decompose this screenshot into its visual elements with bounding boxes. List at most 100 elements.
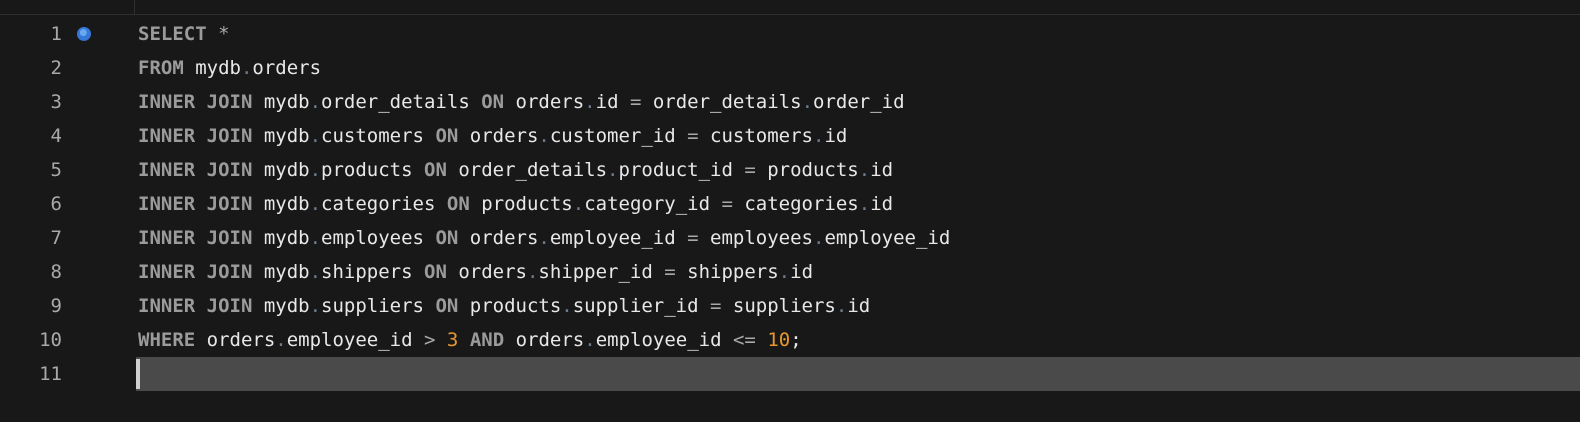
- identifier-token: mydb: [252, 159, 310, 181]
- identifier-token: employee_id: [595, 329, 733, 351]
- punctuation-token: .: [561, 295, 573, 317]
- operator-token: <=: [732, 329, 756, 351]
- line-number: 2: [50, 57, 62, 79]
- identifier-token: category_id: [584, 193, 722, 215]
- identifier-token: employees: [321, 227, 436, 249]
- punctuation-token: .: [309, 159, 322, 181]
- code-text[interactable]: INNER JOIN mydb.products ON order_detail…: [138, 153, 893, 187]
- operator-token: =: [629, 91, 642, 113]
- line-number: 11: [39, 363, 62, 385]
- punctuation-token: .: [309, 91, 322, 113]
- identifier-token: orders: [252, 57, 322, 79]
- operator-token: *: [218, 23, 230, 45]
- punctuation-token: .: [538, 227, 550, 249]
- identifier-token: employee_id: [824, 227, 951, 249]
- code-text[interactable]: INNER JOIN mydb.employees ON orders.empl…: [138, 221, 950, 255]
- identifier-token: order_id: [813, 91, 905, 113]
- code-line[interactable]: 10 WHERE orders.employee_id > 3 AND order…: [0, 323, 1580, 357]
- keyword-token: ON: [435, 227, 459, 249]
- editor-top-border: [0, 14, 1580, 15]
- line-number: 5: [50, 159, 62, 181]
- identifier-token: mydb: [252, 193, 310, 215]
- operator-token: =: [687, 227, 699, 249]
- code-line[interactable]: 8 INNER JOIN mydb.shippers ON orders.ship…: [0, 255, 1580, 289]
- identifier-token: categories: [732, 193, 859, 215]
- code-line[interactable]: 5 INNER JOIN mydb.products ON order_detai…: [0, 153, 1580, 187]
- keyword-token: INNER JOIN: [138, 193, 253, 215]
- code-line[interactable]: 1 SELECT *: [0, 17, 1580, 51]
- identifier-token: order_details: [321, 91, 482, 113]
- code-text[interactable]: SELECT *: [138, 17, 230, 51]
- keyword-token: FROM: [138, 57, 184, 79]
- identifier-token: order_details: [641, 91, 802, 113]
- identifier-token: mydb: [252, 261, 310, 283]
- keyword-token: ON: [481, 91, 505, 113]
- punctuation-token: .: [275, 329, 287, 351]
- line-number: 3: [50, 91, 62, 113]
- identifier-token: products: [469, 193, 573, 215]
- punctuation-token: .: [858, 193, 871, 215]
- identifier-token: id: [790, 261, 814, 283]
- identifier-token: mydb: [252, 227, 310, 249]
- code-lines[interactable]: 1 SELECT * 2 FROM mydb.orders 3 INNER JOIN my…: [0, 17, 1580, 391]
- punctuation-token: .: [240, 57, 253, 79]
- punctuation-token: .: [538, 125, 550, 147]
- line-number: 9: [50, 295, 62, 317]
- identifier-token: employee_id: [286, 329, 425, 351]
- identifier-token: mydb: [252, 295, 310, 317]
- identifier-token: employees: [698, 227, 813, 249]
- line-number: 6: [50, 193, 62, 215]
- breakpoint-icon[interactable]: [77, 27, 91, 41]
- identifier-token: [756, 329, 767, 351]
- identifier-token: supplier_id: [572, 295, 711, 317]
- identifier-token: orders: [504, 329, 585, 351]
- punctuation-token: .: [309, 295, 322, 317]
- punctuation-token: .: [309, 125, 322, 147]
- code-text[interactable]: FROM mydb.orders: [138, 51, 321, 85]
- code-line[interactable]: 7 INNER JOIN mydb.employees ON orders.emp…: [0, 221, 1580, 255]
- code-line[interactable]: 3 INNER JOIN mydb.order_details ON orders…: [0, 85, 1580, 119]
- keyword-token: INNER JOIN: [138, 91, 253, 113]
- identifier-token: employee_id: [549, 227, 688, 249]
- keyword-token: ON: [435, 295, 459, 317]
- line-number: 1: [50, 23, 62, 45]
- code-text[interactable]: INNER JOIN mydb.categories ON products.c…: [138, 187, 893, 221]
- code-line[interactable]: 6 INNER JOIN mydb.categories ON products.…: [0, 187, 1580, 221]
- number-token: 3: [446, 329, 459, 351]
- punctuation-token: .: [812, 227, 825, 249]
- code-line[interactable]: 2 FROM mydb.orders: [0, 51, 1580, 85]
- code-text[interactable]: INNER JOIN mydb.order_details ON orders.…: [138, 85, 905, 119]
- current-line-highlight: [136, 357, 1580, 391]
- keyword-token: ON: [435, 125, 459, 147]
- operator-token: =: [744, 159, 756, 181]
- identifier-token: id: [824, 125, 848, 147]
- code-line[interactable]: 11: [0, 357, 1580, 391]
- identifier-token: products: [458, 295, 562, 317]
- identifier-token: mydb: [252, 125, 310, 147]
- keyword-token: INNER JOIN: [138, 159, 253, 181]
- keyword-token: ON: [424, 261, 447, 283]
- operator-token: >: [424, 329, 436, 351]
- code-text[interactable]: INNER JOIN mydb.shippers ON orders.shipp…: [138, 255, 813, 289]
- punctuation-token: .: [812, 125, 825, 147]
- punctuation-token: .: [778, 261, 791, 283]
- line-number: 7: [50, 227, 62, 249]
- punctuation-token: .: [607, 159, 619, 181]
- code-text[interactable]: WHERE orders.employee_id > 3 AND orders.…: [138, 323, 802, 357]
- identifier-token: suppliers: [721, 295, 836, 317]
- keyword-token: WHERE: [138, 329, 196, 351]
- code-line[interactable]: 4 INNER JOIN mydb.customers ON orders.cus…: [0, 119, 1580, 153]
- code-text[interactable]: INNER JOIN mydb.customers ON orders.cust…: [138, 119, 847, 153]
- punctuation-token: .: [801, 91, 814, 113]
- code-text[interactable]: INNER JOIN mydb.suppliers ON products.su…: [138, 289, 870, 323]
- identifier-token: shippers: [321, 261, 424, 283]
- identifier-token: orders: [504, 91, 585, 113]
- punctuation-token: .: [584, 329, 596, 351]
- code-line[interactable]: 9 INNER JOIN mydb.suppliers ON products.s…: [0, 289, 1580, 323]
- identifier-token: categories: [321, 193, 447, 215]
- text-cursor: [136, 359, 140, 389]
- code-editor[interactable]: 1 SELECT * 2 FROM mydb.orders 3 INNER JOIN my…: [0, 0, 1580, 422]
- line-number: 10: [39, 329, 62, 351]
- keyword-token: INNER JOIN: [138, 227, 253, 249]
- identifier-token: customers: [698, 125, 813, 147]
